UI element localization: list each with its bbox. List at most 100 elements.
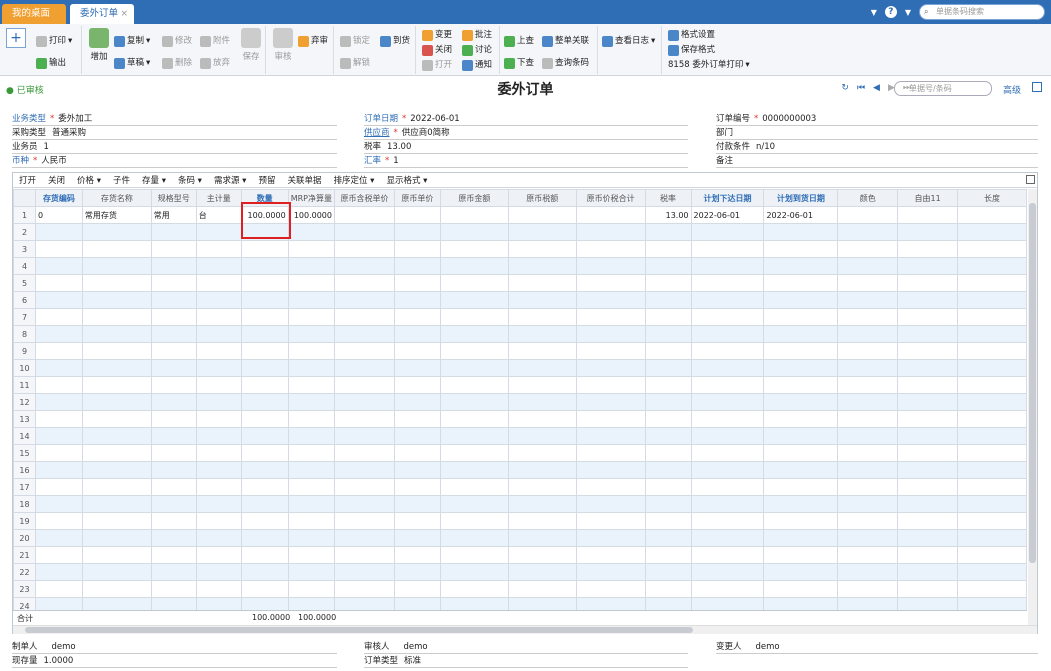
table-cell[interactable] (439, 257, 509, 275)
table-cell[interactable] (333, 495, 395, 513)
table-cell[interactable] (644, 342, 692, 360)
table-cell[interactable] (957, 325, 1027, 343)
table-cell[interactable] (897, 495, 959, 513)
table-cell[interactable] (150, 291, 197, 309)
table-cell[interactable] (333, 563, 395, 581)
table-cell[interactable] (240, 274, 289, 292)
table-cell[interactable] (439, 342, 509, 360)
grid-price-button[interactable]: 价格 ▾ (77, 174, 101, 186)
table-cell[interactable] (507, 512, 577, 530)
help-icon[interactable]: ? (884, 6, 897, 18)
table-cell[interactable] (333, 580, 395, 598)
table-cell[interactable] (575, 223, 646, 241)
table-cell[interactable] (240, 376, 289, 394)
table-cell[interactable] (957, 546, 1027, 564)
table-cell[interactable] (34, 478, 83, 496)
table-cell[interactable] (957, 478, 1027, 496)
table-cell[interactable] (897, 240, 959, 258)
table-cell[interactable] (957, 257, 1027, 275)
salesman-field[interactable]: 业务员 1 (12, 140, 337, 154)
table-cell[interactable] (439, 580, 509, 598)
table-cell[interactable] (393, 393, 441, 411)
table-cell[interactable] (195, 410, 242, 428)
table-cell[interactable] (439, 546, 509, 564)
table-cell[interactable] (897, 580, 959, 598)
draft-button[interactable]: 草稿 ▾ (114, 56, 150, 70)
table-row[interactable]: 16 (13, 461, 1027, 479)
table-cell[interactable] (690, 359, 765, 377)
table-cell[interactable] (644, 359, 692, 377)
table-cell[interactable] (393, 461, 441, 479)
table-cell[interactable] (287, 376, 335, 394)
table-cell[interactable] (34, 291, 83, 309)
table-cell[interactable] (957, 461, 1027, 479)
table-cell[interactable] (690, 274, 765, 292)
table-cell[interactable] (837, 393, 899, 411)
grid-display-format-button[interactable]: 显示格式 ▾ (386, 174, 427, 186)
grid-subitem-button[interactable]: 子件 (113, 174, 130, 186)
table-cell[interactable] (507, 206, 577, 224)
print-button[interactable]: 打印 ▾ (36, 34, 72, 48)
table-cell[interactable] (393, 529, 441, 547)
table-row[interactable]: 3 (13, 240, 1027, 258)
column-header[interactable]: 原币价税合计 (575, 189, 646, 207)
table-cell[interactable] (575, 529, 646, 547)
table-cell[interactable] (644, 512, 692, 530)
table-cell[interactable] (150, 240, 197, 258)
table-cell[interactable] (333, 512, 395, 530)
table-cell[interactable] (690, 308, 765, 326)
table-cell[interactable] (690, 512, 765, 530)
table-cell[interactable] (837, 580, 899, 598)
table-cell[interactable] (439, 240, 509, 258)
table-cell[interactable] (195, 291, 242, 309)
table-cell[interactable] (34, 240, 83, 258)
table-cell[interactable] (897, 529, 959, 547)
table-cell[interactable] (763, 478, 839, 496)
table-cell[interactable] (34, 427, 83, 445)
table-cell[interactable] (287, 240, 335, 258)
table-cell[interactable] (287, 393, 335, 411)
column-header[interactable]: 数量 (240, 189, 289, 207)
discuss-button[interactable]: 讨论 (462, 43, 492, 57)
table-cell[interactable] (644, 291, 692, 309)
batch-note-button[interactable]: 批注 (462, 28, 492, 42)
table-cell[interactable] (81, 393, 152, 411)
table-cell[interactable] (333, 308, 395, 326)
table-cell[interactable] (837, 376, 899, 394)
table-cell[interactable] (837, 257, 899, 275)
column-header[interactable]: 颜色 (837, 189, 899, 207)
table-cell[interactable] (957, 359, 1027, 377)
grid-barcode-button[interactable]: 条码 ▾ (178, 174, 202, 186)
notify-button[interactable]: 通知 (462, 58, 492, 72)
table-cell[interactable] (897, 546, 959, 564)
table-cell[interactable] (507, 376, 577, 394)
order-no-field[interactable]: 订单编号 * 0000000003 (716, 112, 1038, 126)
table-cell[interactable] (957, 240, 1027, 258)
table-cell[interactable] (644, 240, 692, 258)
column-header[interactable]: 计划到货日期 (763, 189, 839, 207)
table-row[interactable]: 11 (13, 376, 1027, 394)
table-cell[interactable] (195, 512, 242, 530)
table-cell[interactable] (393, 444, 441, 462)
table-cell[interactable] (897, 478, 959, 496)
table-row[interactable]: 10 (13, 359, 1027, 377)
table-cell[interactable] (34, 359, 83, 377)
grid-demand-source-button[interactable]: 需求源 ▾ (214, 174, 246, 186)
table-cell[interactable] (837, 512, 899, 530)
arrival-button[interactable]: 到货 (380, 34, 410, 48)
table-cell[interactable] (81, 359, 152, 377)
table-cell[interactable] (575, 410, 646, 428)
table-cell[interactable] (690, 325, 765, 343)
table-cell[interactable] (575, 444, 646, 462)
table-cell[interactable] (957, 223, 1027, 241)
table-cell[interactable] (240, 308, 289, 326)
table-cell[interactable] (575, 546, 646, 564)
table-cell[interactable] (439, 274, 509, 292)
table-cell[interactable] (150, 325, 197, 343)
table-cell[interactable] (240, 461, 289, 479)
purchase-type-field[interactable]: 采购类型 普通采购 (12, 126, 337, 140)
table-cell[interactable] (195, 325, 242, 343)
table-cell[interactable] (81, 495, 152, 513)
table-cell[interactable] (439, 291, 509, 309)
dropdown-icon[interactable]: ▼ (871, 8, 877, 17)
